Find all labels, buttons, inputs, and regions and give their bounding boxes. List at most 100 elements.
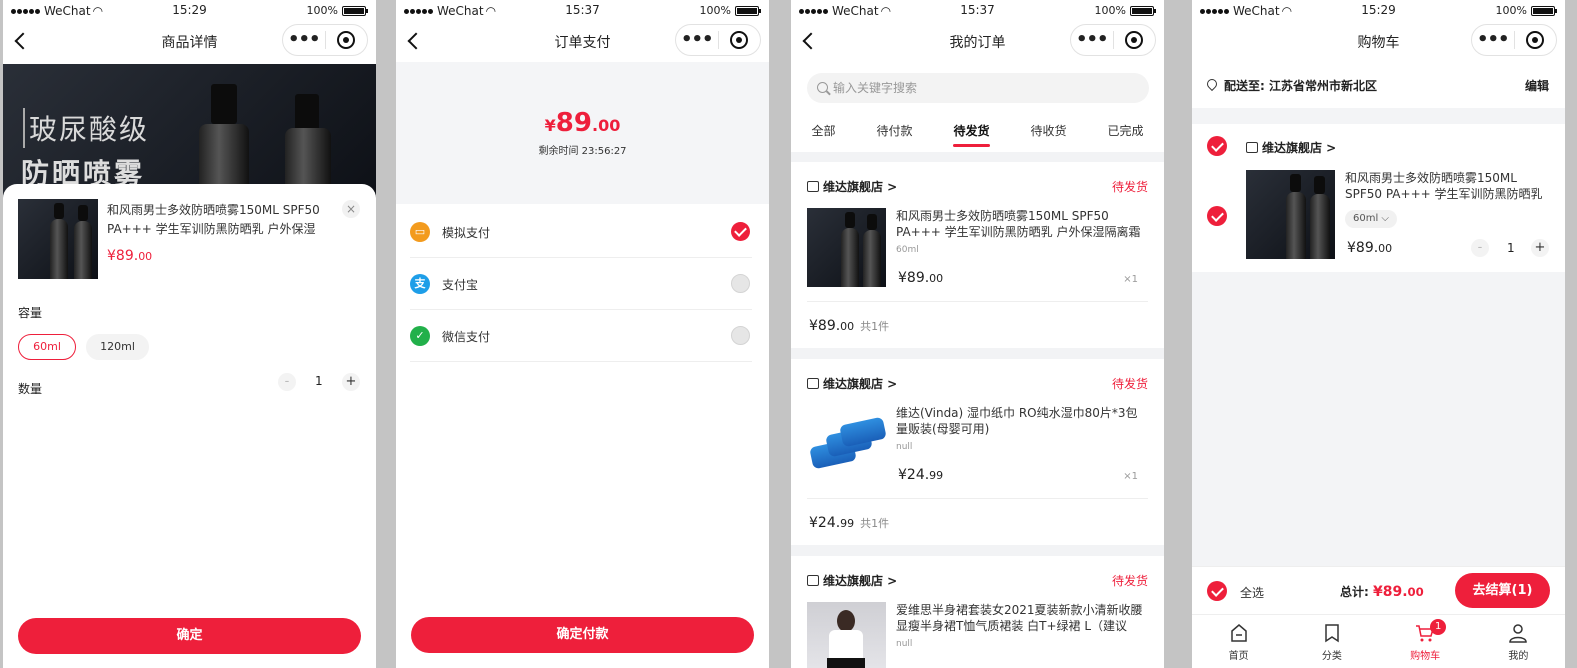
battery-icon [1130,5,1156,16]
quantity-value: 1 [1507,241,1515,255]
mini-program-capsule: ••• [1471,24,1557,56]
tab-pending-payment[interactable]: 待付款 [872,120,916,141]
order-total: ¥24.99 共1件 [809,515,890,531]
profile-icon [1508,623,1528,643]
pay-method-wechat[interactable]: ✓ 微信支付 [410,310,752,362]
payment-screen: WeChat ◠ 15:37 100% 订单支付 ••• ¥89.00 剩余时间 … [396,0,769,668]
category-icon [1322,623,1342,643]
select-all-label[interactable]: 全选 [1240,584,1264,601]
radio-selected-icon[interactable] [731,222,750,241]
product-hero-image: 玻尿酸级 防晒喷雾 [3,64,376,204]
more-icon[interactable]: ••• [1071,31,1113,49]
delivery-address-bar[interactable]: 配送至: 江苏省常州市新北区 编辑 [1192,62,1565,108]
checkout-button[interactable]: 去结算(1) [1455,573,1550,608]
confirm-pay-button[interactable]: 确定付款 [411,617,754,653]
tabbar-label: 购物车 [1410,651,1441,662]
battery-icon [735,5,761,16]
pay-method-label: 模拟支付 [442,226,491,240]
plus-button[interactable]: + [342,373,360,391]
more-icon[interactable]: ••• [676,31,718,49]
item-checkbox-icon[interactable] [1207,206,1227,226]
tabbar-home[interactable]: 首页 [1192,615,1285,668]
checkout-bar: 全选 总计: ¥89.00 去结算(1) [1192,566,1565,614]
more-icon[interactable]: ••• [1472,31,1514,49]
search-and-tabs: 输入关键字搜索 全部 待付款 待发货 待收货 已完成 [791,62,1164,152]
payment-amount: ¥89.00 [544,108,621,138]
shop-name[interactable]: 维达旗舰店 > [807,572,897,589]
order-product-title: 维达(Vinda) 湿巾纸巾 RO纯水湿巾80片*3包量贩装(母婴可用) [896,406,1138,436]
order-status: 待发货 [1111,574,1148,588]
battery-percent: 100% [1094,4,1126,17]
tabbar-cart[interactable]: 1 购物车 [1379,615,1472,668]
tabbar-label: 首页 [1228,651,1249,662]
sku-popup: 和风雨男士多效防晒喷雾150ML SPF50 PA+++ 学生军训防黑防晒乳 户… [3,184,376,668]
more-icon[interactable]: ••• [283,31,325,49]
order-card[interactable]: 维达旗舰店 > 待发货 爱维思半身裙套装女2021夏装新款小清新收腰显瘦半身裙T… [791,556,1164,668]
nav-bar: 商品详情 ••• [3,22,376,62]
capacity-label: 容量 [18,306,43,320]
option-60ml[interactable]: 60ml [18,334,76,360]
radio-unselected-icon[interactable] [731,274,750,293]
quantity-value: 1 [315,374,323,388]
status-bar: WeChat ◠ 15:37 100% [396,0,769,22]
tab-pending-shipment[interactable]: 待发货 [949,120,993,147]
alipay-icon: 支 [410,274,430,294]
cart-product-image [1246,170,1335,259]
option-120ml[interactable]: 120ml [86,334,149,360]
shop-name[interactable]: 维达旗舰店 > [807,178,897,195]
wechat-pay-icon: ✓ [410,326,430,346]
close-miniprogram-icon[interactable] [1515,31,1557,49]
confirm-button[interactable]: 确定 [18,618,361,654]
pay-method-simulated[interactable]: ▭ 模拟支付 [410,206,752,258]
pay-method-label: 微信支付 [442,330,491,344]
shop-name[interactable]: 维达旗舰店 > [1246,139,1336,156]
nav-bar: 购物车 ••• [1192,22,1565,62]
spec-selector[interactable]: 60ml ⌵ [1345,210,1398,228]
shop-name[interactable]: 维达旗舰店 > [807,375,897,392]
order-status: 待发货 [1111,180,1148,194]
order-card[interactable]: 维达旗舰店 > 待发货 维达(Vinda) 湿巾纸巾 RO纯水湿巾80片*3包量… [791,359,1164,545]
tab-completed[interactable]: 已完成 [1103,120,1147,141]
tabbar-profile[interactable]: 我的 [1472,615,1565,668]
radio-unselected-icon[interactable] [731,326,750,345]
order-product-price: ¥24.99 [898,467,944,483]
order-product-title: 爱维思半身裙套装女2021夏装新款小清新收腰显瘦半身裙T恤气质裙装 白T+绿裙 … [896,603,1143,633]
order-product-spec: null [896,639,913,649]
product-title: 和风雨男士多效防晒喷雾150ML SPF50 PA+++ 学生军训防黑防晒乳 户… [107,203,320,236]
mini-program-capsule: ••• [1070,24,1156,56]
mini-program-capsule: ••• [675,24,761,56]
product-price: ¥89.00 [107,248,153,264]
shop-checkbox-icon[interactable] [1207,136,1227,156]
order-product-qty: ×1 [1123,471,1138,482]
cart-screen: WeChat ◠ 15:29 100% 购物车 ••• 配送至: 江苏省常州市新北… [1192,0,1565,668]
close-miniprogram-icon[interactable] [1114,31,1156,49]
minus-button[interactable]: - [1471,239,1489,257]
select-all-checkbox-icon[interactable] [1207,581,1227,601]
search-input[interactable]: 输入关键字搜索 [807,73,1149,103]
close-miniprogram-icon[interactable] [719,31,761,49]
delivery-address: 配送至: 江苏省常州市新北区 [1224,79,1377,93]
search-icon [817,82,828,93]
status-bar: WeChat ◠ 15:29 100% [3,0,376,22]
tab-pending-receipt[interactable]: 待收货 [1026,120,1070,141]
search-placeholder: 输入关键字搜索 [833,81,918,95]
total-amount: 总计: ¥89.00 [1340,584,1424,600]
nav-bar: 我的订单 ••• [791,22,1164,62]
close-miniprogram-icon[interactable] [326,31,368,49]
mini-program-capsule: ••• [282,24,368,56]
tabbar-category[interactable]: 分类 [1285,615,1378,668]
order-product-qty: ×1 [1123,274,1138,285]
order-status: 待发货 [1111,377,1148,391]
minus-button[interactable]: - [278,373,296,391]
plus-button[interactable]: + [1531,239,1549,257]
battery-icon [342,5,368,16]
pay-method-alipay[interactable]: 支 支付宝 [410,258,752,310]
close-icon[interactable]: × [342,200,360,218]
cart-badge: 1 [1430,619,1447,635]
tab-all[interactable]: 全部 [807,120,839,141]
quantity-label: 数量 [18,382,43,396]
order-card[interactable]: 维达旗舰店 > 待发货 和风雨男士多效防晒喷雾150ML SPF50 PA+++… [791,162,1164,348]
order-product-spec: 60ml [896,245,919,255]
edit-button[interactable]: 编辑 [1525,77,1549,94]
order-product-image [807,208,886,287]
